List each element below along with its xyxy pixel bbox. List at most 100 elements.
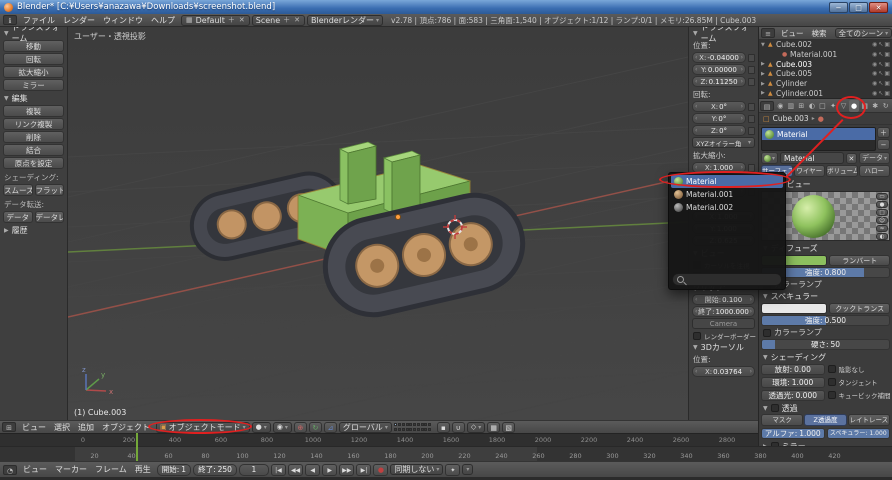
clip-end-field[interactable]: ‹ 終了:1000.000 › — [692, 306, 755, 317]
lock-icon[interactable] — [748, 54, 755, 62]
outliner-display-dropdown[interactable]: 全てのシーン ▾ — [835, 28, 892, 38]
viewport-shading-dropdown[interactable]: ● ▾ — [252, 422, 271, 433]
renderability-camera-icon[interactable]: ▣ — [884, 80, 890, 87]
tangent-shading-toggle[interactable]: タンジェント — [827, 376, 891, 387]
cursor-x-field[interactable]: ‹ X:0.03764 › — [692, 366, 755, 377]
increment-arrow-icon[interactable]: › — [741, 66, 743, 73]
increment-arrow-icon[interactable]: › — [750, 368, 752, 375]
menu-item[interactable]: 検索 — [808, 28, 831, 39]
manipulator-translate-button[interactable]: ⊕ — [294, 422, 307, 433]
menu-item[interactable]: オブジェクト — [98, 422, 154, 433]
preview-type-button[interactable]: ◐ — [876, 233, 888, 240]
frame-end-field[interactable]: 終了: 250 — [193, 464, 237, 476]
expand-arrow-icon[interactable]: ▶ — [761, 61, 768, 67]
title-bar[interactable]: Blender* [C:¥Users¥anazawa¥Downloads¥scr… — [0, 0, 892, 14]
transparency-specular-slider[interactable]: スペキュラー: 1.000 — [827, 428, 891, 439]
checkbox-icon[interactable] — [828, 391, 836, 399]
timeline-ruler-fine[interactable]: 2040608010012014016018020022024026028030… — [0, 446, 892, 461]
material-name-field[interactable]: Material — [780, 152, 844, 164]
keying-set-dropdown[interactable]: ▾ — [462, 464, 473, 475]
layer-dot[interactable] — [409, 423, 412, 426]
increment-arrow-icon[interactable]: › — [741, 127, 743, 134]
renderability-camera-icon[interactable]: ▣ — [884, 70, 890, 77]
menu-item[interactable]: ビュー — [777, 28, 808, 39]
layer-dot[interactable] — [421, 423, 424, 426]
location-field[interactable]: ‹ Y:0.00000 › — [692, 64, 746, 75]
material-browser-item[interactable]: Material.002 — [671, 201, 783, 214]
visibility-eye-icon[interactable]: ◉ — [872, 41, 877, 48]
lock-icon[interactable] — [748, 103, 755, 111]
menu-item[interactable]: マーカー — [51, 464, 91, 475]
selectability-arrow-icon[interactable]: ↖ — [878, 90, 883, 97]
preview-type-button[interactable]: ▭ — [876, 193, 888, 200]
outliner-row[interactable]: ▶ ▲ Cube.003 ◉ ↖ ▣ — [759, 59, 892, 69]
panel-header-history[interactable]: ▶ 履歴 — [0, 224, 67, 236]
specular-shader-dropdown[interactable]: クックトランス — [829, 303, 890, 314]
ztransparency-button[interactable]: Z透過度 — [804, 414, 846, 426]
lock-icon[interactable] — [748, 66, 755, 74]
play-button[interactable]: ▶ — [322, 464, 337, 476]
panel-header-specular[interactable]: ▼ スペキュラー — [759, 290, 892, 302]
tab-object-data[interactable]: ▽ — [838, 100, 849, 112]
outliner-row[interactable]: ● Material.001 ◉ ↖ ▣ — [759, 50, 892, 60]
material-slot-list[interactable]: Material — [761, 127, 876, 151]
lock-icon[interactable] — [748, 127, 755, 135]
tab-scene[interactable]: ⊞ — [796, 100, 807, 112]
preview-type-button[interactable]: ● — [876, 201, 888, 208]
visibility-eye-icon[interactable]: ◉ — [872, 51, 877, 58]
layer-dot[interactable] — [398, 428, 401, 431]
pivot-point-dropdown[interactable]: ◉ ▾ — [273, 422, 292, 433]
tab-texture[interactable]: ▦ — [859, 100, 870, 112]
specular-color-swatch[interactable] — [761, 303, 827, 314]
layer-dot[interactable] — [421, 428, 424, 431]
halo-button[interactable]: ハロー — [859, 165, 891, 177]
manipulator-scale-button[interactable]: ⊿ — [324, 422, 337, 433]
increment-arrow-icon[interactable]: › — [741, 164, 743, 171]
tab-world[interactable]: ◐ — [807, 100, 818, 112]
set-origin-button[interactable]: 原点を設定 — [3, 157, 64, 169]
increment-arrow-icon[interactable]: › — [750, 308, 752, 315]
layer-dot[interactable] — [424, 423, 427, 426]
outliner-row[interactable]: ▶ ▲ Cylinder.001 ◉ ↖ ▣ — [759, 88, 892, 98]
tab-render-layers[interactable]: ▥ — [786, 100, 797, 112]
object-name[interactable]: Cylinder.001 — [776, 89, 871, 98]
renderability-camera-icon[interactable]: ▣ — [884, 41, 890, 48]
menu-item[interactable]: ヘルプ — [147, 15, 179, 26]
render-engine-dropdown[interactable]: Blenderレンダー ▾ — [307, 15, 383, 26]
outliner-row[interactable]: ▶ ▲ Cube.005 ◉ ↖ ▣ — [759, 69, 892, 79]
visibility-eye-icon[interactable]: ◉ — [872, 80, 877, 87]
layer-dot[interactable] — [413, 423, 416, 426]
lock-icon[interactable] — [748, 164, 755, 172]
layer-dot[interactable] — [406, 428, 409, 431]
outliner-editor-icon[interactable]: ≡ — [761, 28, 775, 38]
selectability-arrow-icon[interactable]: ↖ — [878, 61, 883, 68]
unlink-material-button[interactable]: ✕ — [846, 153, 857, 164]
material-search-field[interactable] — [672, 273, 782, 286]
duplicate-button[interactable]: 複製 — [3, 105, 64, 117]
rotation-field[interactable]: ‹ X:0° › — [692, 101, 746, 112]
snap-magnet-toggle[interactable]: ∪ — [452, 422, 465, 433]
visibility-eye-icon[interactable]: ◉ — [872, 70, 877, 77]
mirror-button[interactable]: ミラー — [3, 79, 64, 91]
remove-slot-button[interactable]: − — [877, 139, 890, 150]
rotation-mode-dropdown[interactable]: XYZオイラー角 ▾ — [692, 137, 755, 148]
layer-dot[interactable] — [417, 423, 420, 426]
expand-arrow-icon[interactable]: ▼ — [761, 42, 768, 48]
layer-dot[interactable] — [417, 428, 420, 431]
join-button[interactable]: 結合 — [3, 144, 64, 156]
keying-set-button[interactable]: ✦ — [445, 464, 460, 476]
preview-type-button[interactable]: ☺ — [876, 217, 888, 224]
expand-arrow-icon[interactable]: ▶ — [761, 90, 768, 96]
rotation-field[interactable]: ‹ Y:0° › — [692, 113, 746, 124]
panel-header-shading[interactable]: ▼ シェーディング — [759, 351, 892, 363]
panel-header-transparency[interactable]: ▼ 透過 — [759, 402, 892, 414]
tab-object[interactable]: □ — [817, 100, 828, 112]
duplicate-linked-button[interactable]: リンク複製 — [3, 118, 64, 130]
camera-object-field[interactable]: Camera — [692, 318, 755, 329]
layers-widget[interactable] — [394, 423, 435, 432]
layer-dot[interactable] — [394, 428, 397, 431]
ambient-field[interactable]: 環境: 1.000 — [761, 377, 825, 388]
panel-header-3d-cursor[interactable]: ▼ 3Dカーソル — [689, 341, 758, 353]
sync-mode-dropdown[interactable]: 同期しない ▾ — [390, 464, 443, 475]
selectability-arrow-icon[interactable]: ↖ — [878, 80, 883, 87]
